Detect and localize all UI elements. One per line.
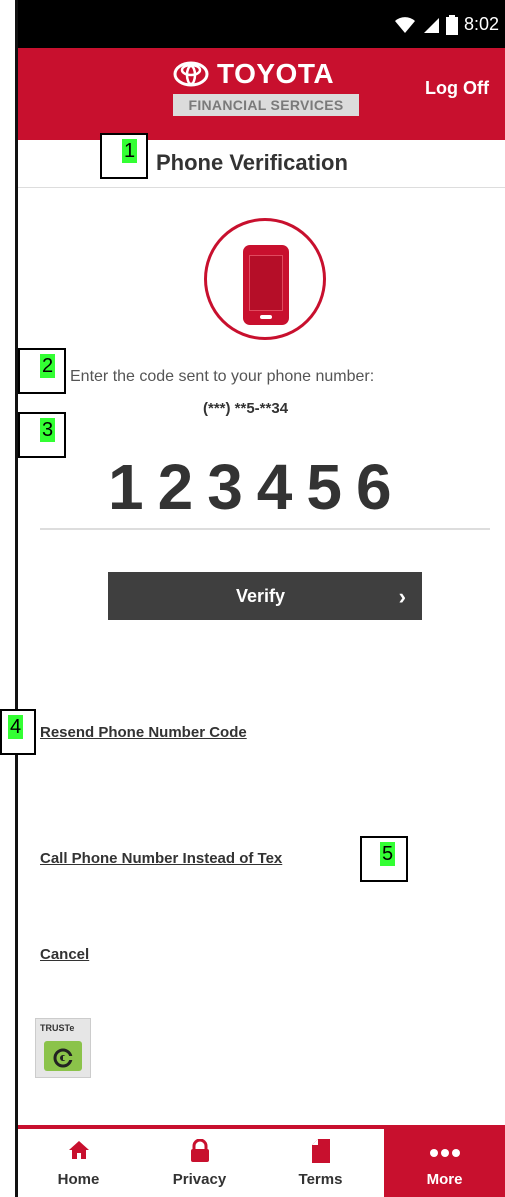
verification-code-input[interactable]: 123456 bbox=[108, 450, 406, 524]
app-header: TOYOTA FINANCIAL SERVICES Log Off bbox=[18, 48, 505, 140]
truste-badge[interactable]: TRUSTe bbox=[35, 1018, 91, 1078]
cancel-link[interactable]: Cancel bbox=[40, 946, 89, 963]
chevron-right-icon: › bbox=[398, 584, 406, 609]
truste-label: TRUSTe bbox=[40, 1023, 75, 1033]
brand-subtitle: FINANCIAL SERVICES bbox=[173, 94, 359, 116]
bottom-navigation: Home Privacy Terms More bbox=[18, 1125, 505, 1197]
toyota-logo: TOYOTA FINANCIAL SERVICES bbox=[173, 58, 363, 130]
brand-name: TOYOTA bbox=[217, 58, 335, 89]
verify-button-label: Verify bbox=[236, 586, 286, 606]
nav-privacy[interactable]: Privacy bbox=[139, 1129, 260, 1197]
callout-1: 1 bbox=[100, 133, 148, 179]
status-indicators: 8:02 bbox=[394, 14, 499, 35]
masked-phone-number: (***) **5-**34 bbox=[203, 400, 289, 417]
lock-icon bbox=[190, 1139, 209, 1162]
signal-icon bbox=[423, 17, 439, 33]
callout-4: 4 bbox=[0, 709, 36, 755]
nav-home-label: Home bbox=[57, 1171, 100, 1188]
code-instruction: Enter the code sent to your phone number… bbox=[70, 368, 375, 385]
page-title: Phone Verification bbox=[156, 150, 348, 175]
truste-seal-icon bbox=[44, 1041, 82, 1071]
callout-3: 3 bbox=[18, 412, 66, 458]
wifi-icon bbox=[394, 16, 415, 33]
verify-button[interactable]: Verify › bbox=[108, 572, 422, 620]
callout-5: 5 bbox=[360, 836, 408, 882]
toyota-emblem-icon bbox=[173, 61, 209, 87]
title-bar: Phone Verification bbox=[18, 140, 505, 188]
more-icon bbox=[429, 1149, 460, 1157]
status-time: 8:02 bbox=[463, 14, 499, 34]
resend-code-link[interactable]: Resend Phone Number Code bbox=[40, 724, 247, 741]
phone-verification-screen: 8:02 TOYOTA FINANCIAL SERVICES Log Off P… bbox=[0, 0, 505, 1197]
nav-privacy-label: Privacy bbox=[172, 1171, 227, 1188]
code-underline bbox=[40, 528, 490, 530]
document-icon bbox=[311, 1139, 330, 1163]
nav-terms[interactable]: Terms bbox=[260, 1129, 381, 1197]
nav-more[interactable]: More bbox=[384, 1129, 505, 1197]
call-instead-link[interactable]: Call Phone Number Instead of Tex bbox=[40, 850, 282, 867]
log-off-link[interactable]: Log Off bbox=[425, 78, 489, 99]
nav-terms-label: Terms bbox=[298, 1171, 343, 1188]
phone-icon bbox=[204, 218, 326, 340]
battery-icon bbox=[445, 14, 458, 35]
home-icon bbox=[68, 1141, 89, 1159]
nav-more-label: More bbox=[426, 1171, 463, 1188]
callout-2: 2 bbox=[18, 348, 66, 394]
nav-home[interactable]: Home bbox=[18, 1129, 139, 1197]
status-bar: 8:02 bbox=[18, 0, 505, 48]
